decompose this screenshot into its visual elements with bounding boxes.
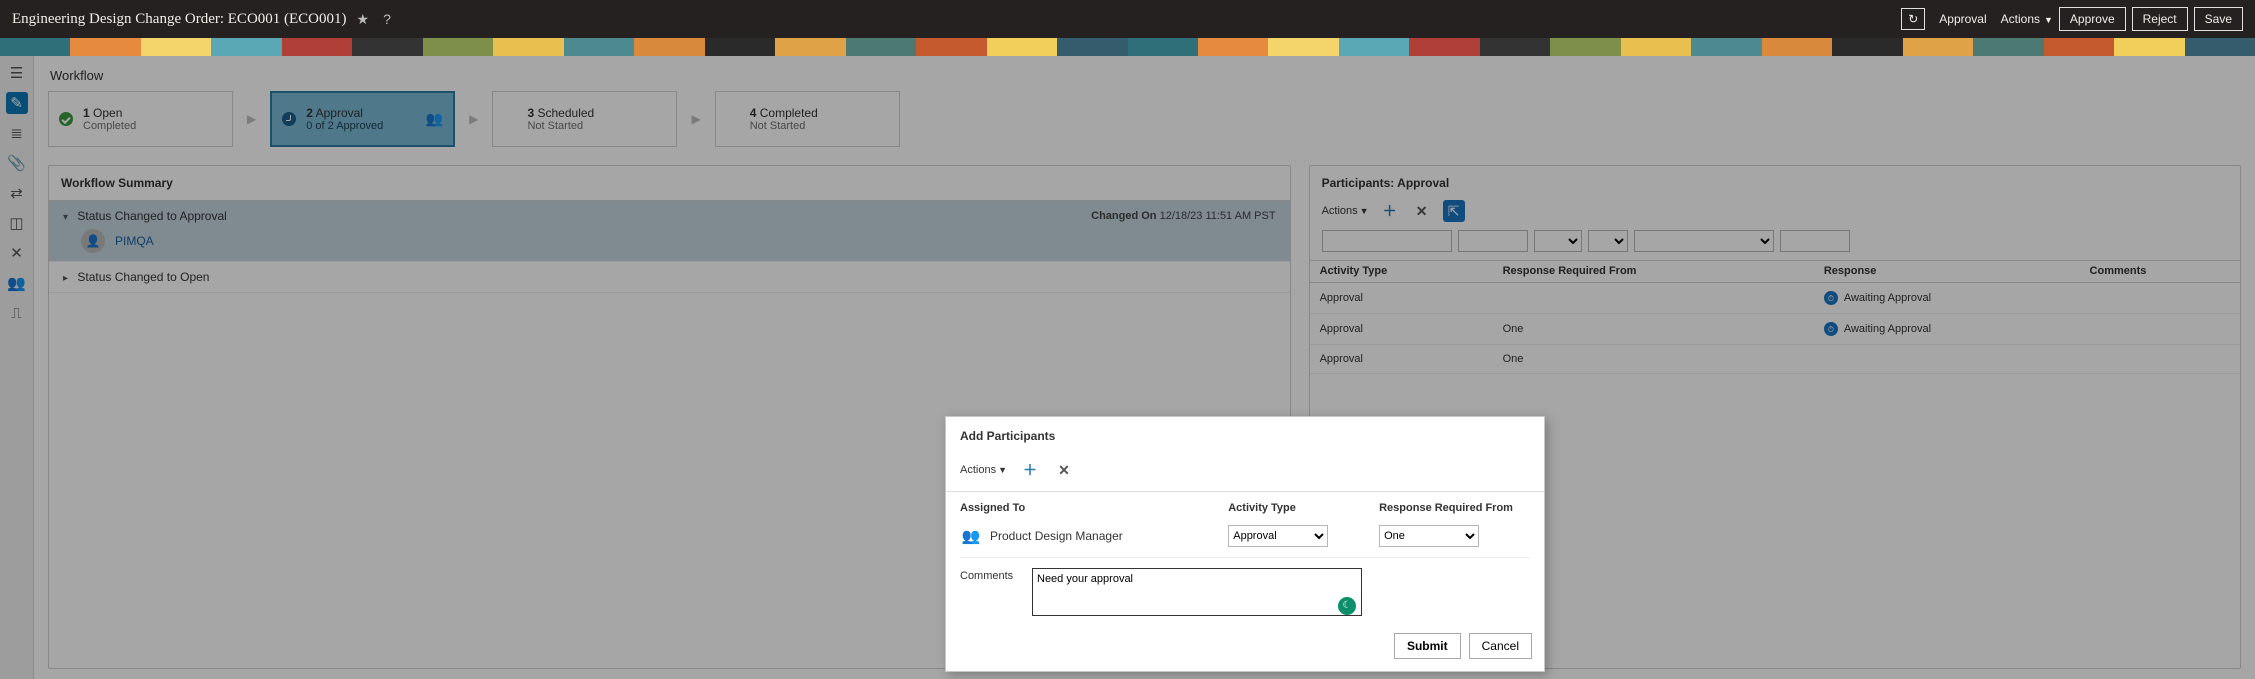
group-icon: 👥 xyxy=(960,527,982,545)
approve-button[interactable]: Approve xyxy=(2059,7,2126,31)
modal-col-response-required-from: Response Required From xyxy=(1379,502,1530,515)
decorative-strip xyxy=(0,38,2255,56)
assignee-name: Product Design Manager xyxy=(990,529,1123,543)
modal-participant-row: 👥 Product Design Manager Approval One xyxy=(960,525,1530,547)
save-button[interactable]: Save xyxy=(2194,7,2243,31)
loading-spinner-icon: ☾ xyxy=(1338,597,1356,615)
help-icon[interactable]: ? xyxy=(383,11,391,27)
reject-button[interactable]: Reject xyxy=(2132,7,2188,31)
modal-col-activity-type: Activity Type xyxy=(1228,502,1379,515)
submit-button[interactable]: Submit xyxy=(1394,633,1461,659)
modal-col-assigned-to: Assigned To xyxy=(960,502,1228,515)
favorite-star-icon[interactable]: ★ xyxy=(357,11,370,28)
actions-menu[interactable]: Actions▼ xyxy=(2001,12,2053,26)
modal-remove-icon[interactable]: ✕ xyxy=(1053,459,1075,481)
add-participants-modal: Add Participants Actions▼ ＋ ✕ Assigned T… xyxy=(945,416,1545,672)
comments-label: Comments xyxy=(960,568,1022,582)
modal-add-icon[interactable]: ＋ xyxy=(1019,459,1041,481)
modal-title: Add Participants xyxy=(946,417,1544,455)
comments-textarea[interactable] xyxy=(1032,568,1362,616)
response-required-select[interactable]: One xyxy=(1379,525,1479,547)
modal-actions-menu[interactable]: Actions▼ xyxy=(960,464,1007,476)
history-icon-button[interactable]: ↻ xyxy=(1901,8,1925,30)
cancel-button[interactable]: Cancel xyxy=(1469,633,1532,659)
activity-type-select[interactable]: Approval xyxy=(1228,525,1328,547)
page-header: Engineering Design Change Order: ECO001 … xyxy=(0,0,2255,38)
approval-link[interactable]: Approval xyxy=(1939,12,1986,26)
page-title: Engineering Design Change Order: ECO001 … xyxy=(12,11,347,28)
